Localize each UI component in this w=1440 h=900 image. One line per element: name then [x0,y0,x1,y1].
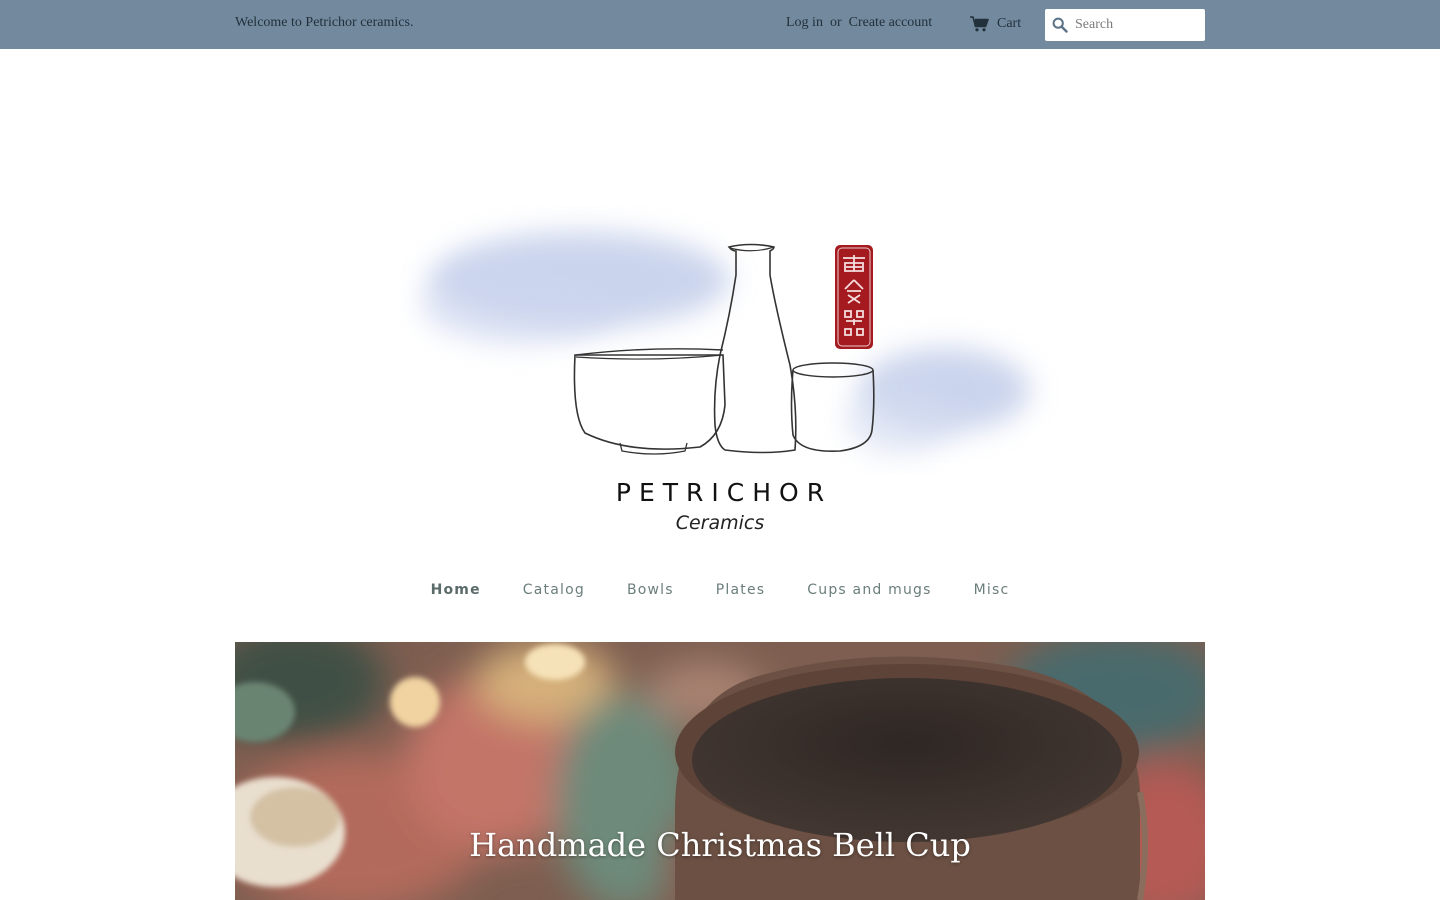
hero-slideshow[interactable]: Handmade Christmas Bell Cup [235,642,1205,900]
logo-illustration [420,232,1030,455]
brand-subtitle: Ceramics [675,512,765,534]
login-link[interactable]: Log in [786,15,823,30]
cart-icon [970,16,989,32]
nav-item-cups-and-mugs[interactable]: Cups and mugs [807,582,931,598]
cart-link[interactable]: Cart [970,14,1021,34]
hero-title[interactable]: Handmade Christmas Bell Cup [235,826,1205,864]
search-box [1045,9,1205,41]
nav-item-plates[interactable]: Plates [716,582,766,598]
nav-item-home[interactable]: Home [431,582,481,598]
nav-item-misc[interactable]: Misc [974,582,1010,598]
search-icon[interactable] [1045,9,1075,41]
create-account-link[interactable]: Create account [849,15,933,30]
search-input[interactable] [1075,10,1199,40]
welcome-message: Welcome to Petrichor ceramics. [235,15,414,30]
store-logo[interactable]: PETRICHOR Ceramics [380,205,1060,550]
main-nav: Home Catalog Bowls Plates Cups and mugs … [0,582,1440,598]
nav-item-catalog[interactable]: Catalog [523,582,585,598]
account-links: Log in or Create account [786,15,932,31]
cart-label: Cart [997,16,1022,31]
top-bar: Welcome to Petrichor ceramics. Log in or C… [0,0,1440,49]
or-text: or [829,15,842,30]
nav-item-bowls[interactable]: Bowls [627,582,674,598]
brand-name: PETRICHOR [615,478,833,507]
